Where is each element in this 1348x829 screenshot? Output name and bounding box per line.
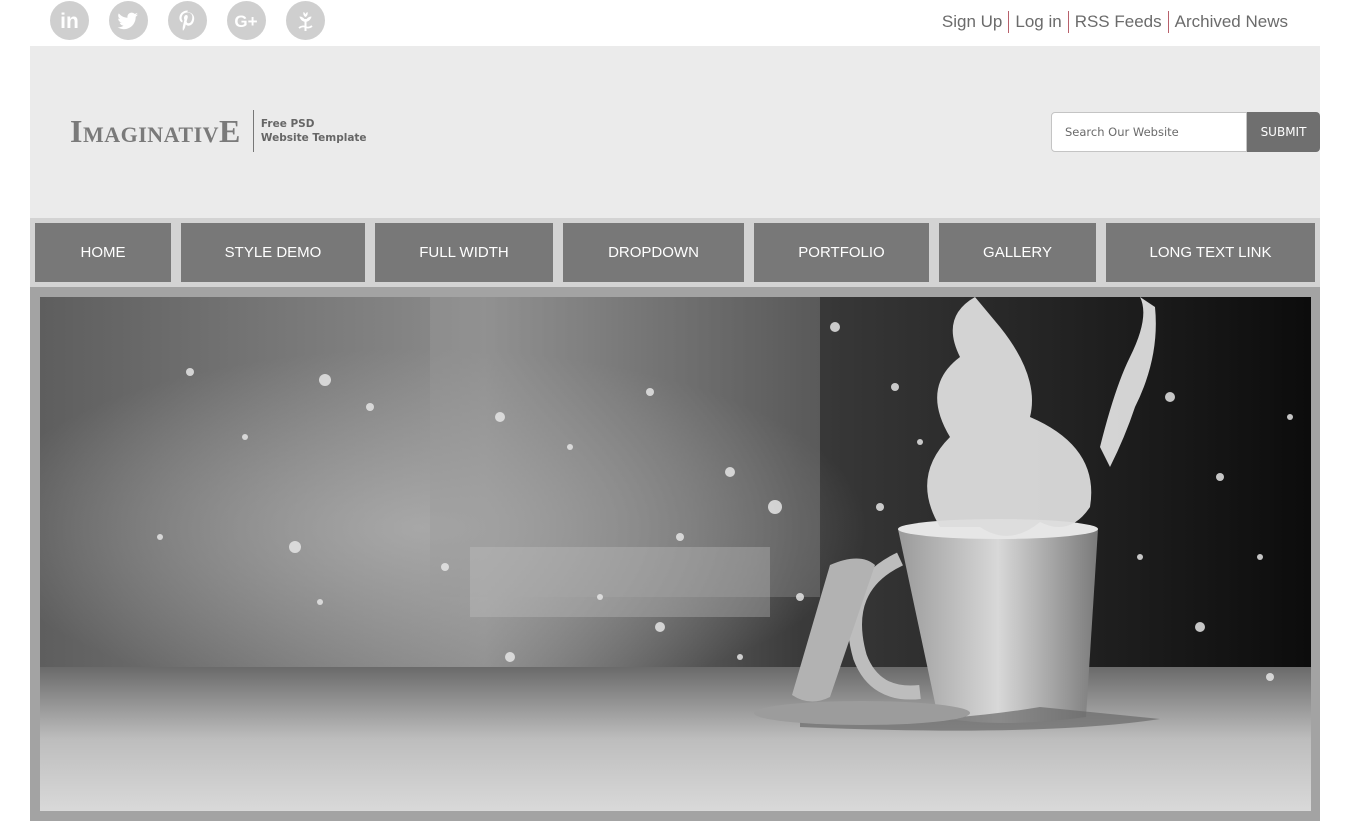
logo-first-letter: I — [70, 112, 83, 149]
logo-last-letter: E — [219, 112, 241, 149]
top-bar: in G+ Sign Up Log in RSS Feeds Archived … — [0, 0, 1348, 46]
top-links: Sign Up Log in RSS Feeds Archived News — [936, 11, 1294, 33]
hero-image — [40, 297, 1311, 811]
search-form: SUBMIT — [1051, 112, 1320, 152]
nav-item-style-demo[interactable]: STYLE DEMO — [181, 223, 365, 282]
hero-slider — [30, 287, 1320, 821]
nav-item-dropdown[interactable]: DROPDOWN — [563, 223, 744, 282]
google-plus-icon[interactable]: G+ — [227, 1, 266, 40]
logo-tagline: Free PSD Website Template — [261, 117, 367, 145]
linkedin-icon[interactable]: in — [50, 1, 89, 40]
log-in-link[interactable]: Log in — [1009, 11, 1067, 33]
svg-text:in: in — [60, 10, 79, 33]
site-header: IMAGINATIVE Free PSD Website Template SU… — [30, 46, 1320, 218]
logo-divider — [252, 110, 254, 152]
social-icons: in G+ — [50, 1, 325, 40]
search-input[interactable] — [1051, 112, 1247, 152]
nav-item-portfolio[interactable]: PORTFOLIO — [754, 223, 929, 282]
logo-wordmark: IMAGINATIVE — [70, 113, 241, 150]
pinterest-icon[interactable] — [168, 1, 207, 40]
nav-item-long-text-link[interactable]: LONG TEXT LINK — [1106, 223, 1315, 282]
logo-tagline-line1: Free PSD — [260, 118, 315, 130]
sign-up-link[interactable]: Sign Up — [936, 11, 1008, 33]
nav-item-gallery[interactable]: GALLERY — [939, 223, 1096, 282]
nav-item-home[interactable]: HOME — [35, 223, 171, 282]
rss-feeds-link[interactable]: RSS Feeds — [1069, 11, 1168, 33]
hero-photo-illustration — [40, 297, 1311, 811]
submit-button[interactable]: SUBMIT — [1247, 112, 1320, 152]
logo-tagline-line2: Website Template — [260, 132, 367, 144]
nav-item-full-width[interactable]: FULL WIDTH — [375, 223, 553, 282]
logo-middle-text: MAGINATIV — [82, 121, 220, 147]
svg-text:G+: G+ — [234, 12, 257, 31]
leaf-icon[interactable] — [286, 1, 325, 40]
archived-news-link[interactable]: Archived News — [1169, 11, 1294, 33]
twitter-icon[interactable] — [109, 1, 148, 40]
site-logo[interactable]: IMAGINATIVE Free PSD Website Template — [70, 110, 367, 152]
main-nav: HOME STYLE DEMO FULL WIDTH DROPDOWN PORT… — [30, 218, 1320, 287]
